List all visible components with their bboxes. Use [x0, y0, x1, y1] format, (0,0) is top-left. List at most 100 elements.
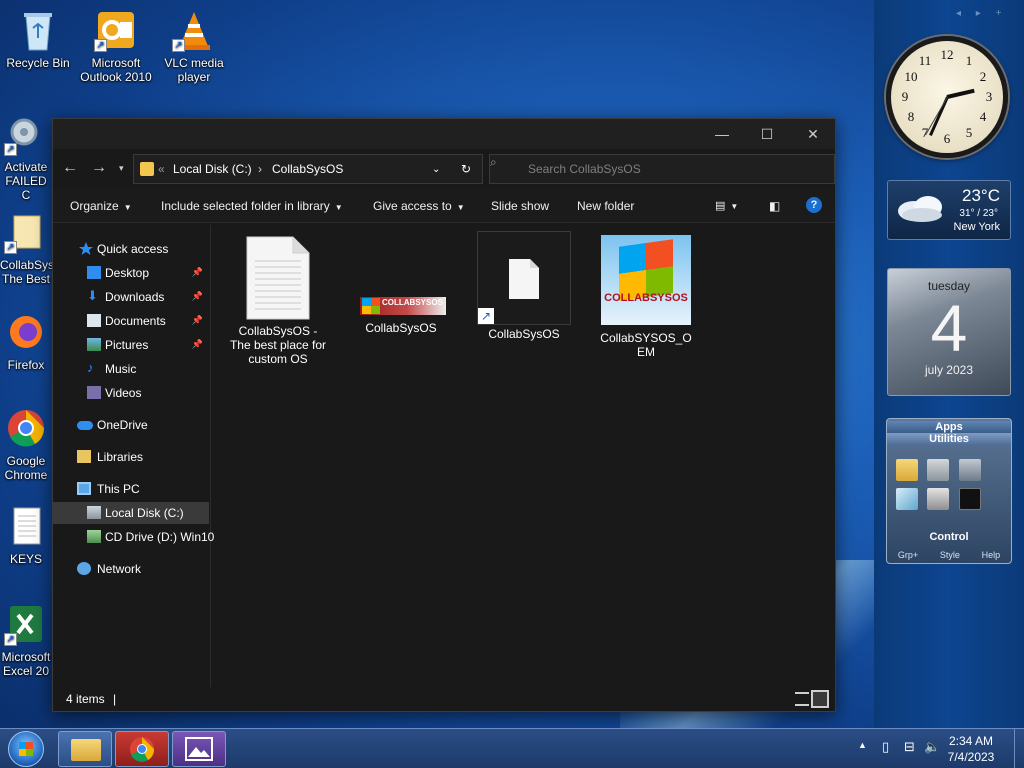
nav-music[interactable]: ♪ Music — [53, 358, 209, 380]
search-placeholder: Search CollabSysOS — [528, 162, 641, 176]
nav-local-disk[interactable]: Local Disk (C:) — [53, 502, 209, 524]
device-app-icon[interactable] — [958, 459, 981, 481]
new-folder-button[interactable]: New folder — [577, 199, 634, 213]
desktop-icon-excel[interactable]: ↗ Microsoft Excel 20 — [0, 602, 52, 678]
file-item[interactable]: COLLABSYSOS CollabSysOS — [352, 235, 450, 335]
apps-style-button[interactable]: Style — [940, 550, 960, 560]
forward-arrow-icon[interactable]: → — [91, 159, 107, 177]
file-name: CollabSysOS — [488, 327, 560, 341]
apps-help-button[interactable]: Help — [982, 550, 1001, 560]
glass-app-icon[interactable] — [896, 488, 918, 510]
clock-hour-hand — [946, 88, 975, 99]
nav-documents[interactable]: Documents 📌 — [53, 310, 209, 332]
help-icon[interactable]: ? — [806, 197, 822, 213]
desktop-icon-firefox[interactable]: Firefox — [0, 310, 52, 372]
desktop-icon-outlook[interactable]: ↗ Microsoft Outlook 2010 — [78, 8, 154, 84]
minimize-button[interactable]: — — [711, 123, 733, 145]
nav-pictures[interactable]: Pictures 📌 — [53, 334, 209, 356]
apps-subtitle: Utilities — [887, 433, 1011, 445]
change-view-icon[interactable]: ▤ ▼ — [715, 199, 738, 212]
system-tray: ▲ ▯ ⊟ 🔈 2:34 AM 7/4/2023 — [844, 729, 1024, 768]
slide-show-button[interactable]: Slide show — [491, 199, 549, 213]
desktop-icon-keys[interactable]: KEYS — [0, 504, 52, 566]
large-icons-view-icon[interactable] — [811, 690, 829, 708]
include-in-library-button[interactable]: Include selected folder in library ▼ — [161, 199, 343, 213]
calendar-month: july 2023 — [924, 363, 974, 377]
address-dropdown-icon[interactable]: ⌄ — [432, 164, 440, 175]
weather-gadget[interactable]: 23°C 31° / 23° New York — [887, 180, 1011, 240]
include-label: Include selected folder in library — [161, 199, 330, 213]
file-explorer-icon — [71, 739, 101, 761]
clock-number: 1 — [965, 53, 973, 68]
shortcut-frame: ↗ — [477, 231, 571, 325]
breadcrumb-local-disk[interactable]: Local Disk (C:) — [173, 162, 252, 176]
desktop-icon-vlc[interactable]: ↗ VLC media player — [156, 8, 232, 84]
nav-network[interactable]: Network — [53, 558, 209, 580]
pin-icon[interactable]: 📌 — [192, 315, 203, 326]
file-item[interactable]: CollabSysOS - The best place for custom … — [229, 235, 327, 366]
recent-locations-chevron-icon[interactable]: ▾ — [119, 163, 124, 174]
breadcrumb-folder[interactable]: CollabSysOS — [272, 162, 343, 176]
window-titlebar[interactable]: — ☐ ✕ — [53, 119, 835, 149]
search-input[interactable]: ⌕ Search CollabSysOS — [489, 154, 835, 184]
details-view-icon[interactable] — [795, 692, 809, 706]
desktop-icon-collabsys[interactable]: ↗ CollabSys The Best — [0, 210, 52, 286]
nav-downloads[interactable]: ⬇ Downloads 📌 — [53, 286, 209, 308]
file-item-selected[interactable]: ↗ CollabSysOS — [475, 231, 573, 341]
taskbar-clock[interactable]: 2:34 AM 7/4/2023 — [940, 733, 1002, 765]
photos-icon — [185, 737, 213, 761]
breadcrumb-chevron-icon: › — [258, 162, 262, 176]
folder-app-icon[interactable] — [896, 459, 918, 481]
calculator-app-icon[interactable] — [927, 488, 950, 510]
taskbar-file-explorer[interactable] — [58, 731, 112, 767]
refresh-icon[interactable]: ↻ — [461, 162, 471, 176]
nav-onedrive[interactable]: OneDrive — [53, 414, 209, 436]
computer-icon — [77, 482, 91, 495]
file-item[interactable]: COLLABSYSOS CollabSYSOS_OEM — [597, 235, 695, 359]
show-hidden-icons-icon[interactable]: ▲ — [858, 740, 867, 750]
close-button[interactable]: ✕ — [802, 123, 824, 145]
nav-libraries[interactable]: Libraries — [53, 446, 209, 468]
desktop-icon-label: Google Chrome — [4, 454, 48, 482]
give-access-button[interactable]: Give access to ▼ — [373, 199, 465, 213]
nav-desktop[interactable]: Desktop 📌 — [53, 262, 209, 284]
volume-muted-icon[interactable]: 🔈 — [924, 739, 940, 755]
pin-icon[interactable]: 📌 — [192, 339, 203, 350]
back-arrow-icon[interactable]: ← — [62, 159, 78, 177]
desktop-icon-chrome[interactable]: Google Chrome — [0, 406, 52, 482]
nav-quick-access[interactable]: Quick access — [53, 238, 209, 260]
drive-app-icon[interactable] — [927, 459, 950, 481]
organize-button[interactable]: Organize ▼ — [70, 199, 132, 213]
desktop-icon-recycle-bin[interactable]: Recycle Bin — [0, 8, 76, 70]
gadget-nav-arrows[interactable]: ◂ ▸ + — [956, 8, 1007, 19]
shortcut-arrow-icon: ↗ — [4, 633, 17, 646]
address-separator-icon: « — [158, 162, 165, 176]
network-status-icon[interactable]: ⊟ — [904, 739, 915, 755]
nav-cd-drive[interactable]: CD Drive (D:) Win10 — [53, 526, 214, 548]
nav-videos[interactable]: Videos — [53, 382, 209, 404]
terminal-app-icon[interactable] — [958, 488, 981, 510]
start-button-icon[interactable] — [8, 731, 44, 767]
pin-icon[interactable]: 📌 — [192, 291, 203, 302]
clock-number: 3 — [985, 89, 993, 104]
desktop-icon-activate[interactable]: ↗ Activate FAILED C — [0, 112, 52, 202]
vlc-cone-icon: ↗ — [172, 8, 216, 52]
clock-gadget[interactable]: 12 1 2 3 4 5 6 7 8 9 10 11 — [886, 36, 1008, 158]
taskbar-photos[interactable] — [172, 731, 226, 767]
show-desktop-button[interactable] — [1014, 729, 1024, 768]
preview-pane-icon[interactable]: ◧ — [769, 199, 780, 213]
device-icon[interactable]: ▯ — [882, 739, 889, 755]
network-icon — [77, 562, 91, 575]
maximize-button[interactable]: ☐ — [756, 123, 778, 145]
calendar-gadget[interactable]: tuesday 4 july 2023 — [887, 268, 1011, 396]
clock-number: 11 — [918, 53, 932, 68]
apps-gadget[interactable]: Apps Utilities Control Grp+ Style Help — [886, 418, 1012, 564]
nav-this-pc[interactable]: This PC — [53, 478, 209, 500]
address-bar[interactable]: « Local Disk (C:) › CollabSysOS ⌄ ↻ — [133, 154, 483, 184]
taskbar-chrome[interactable] — [115, 731, 169, 767]
desktop-icon-label: Microsoft Outlook 2010 — [80, 56, 152, 84]
apps-grp-button[interactable]: Grp+ — [898, 550, 918, 560]
recycle-bin-icon — [16, 8, 60, 52]
pin-icon[interactable]: 📌 — [192, 267, 203, 278]
desktop-icon-label: CollabSys The Best — [0, 258, 52, 286]
